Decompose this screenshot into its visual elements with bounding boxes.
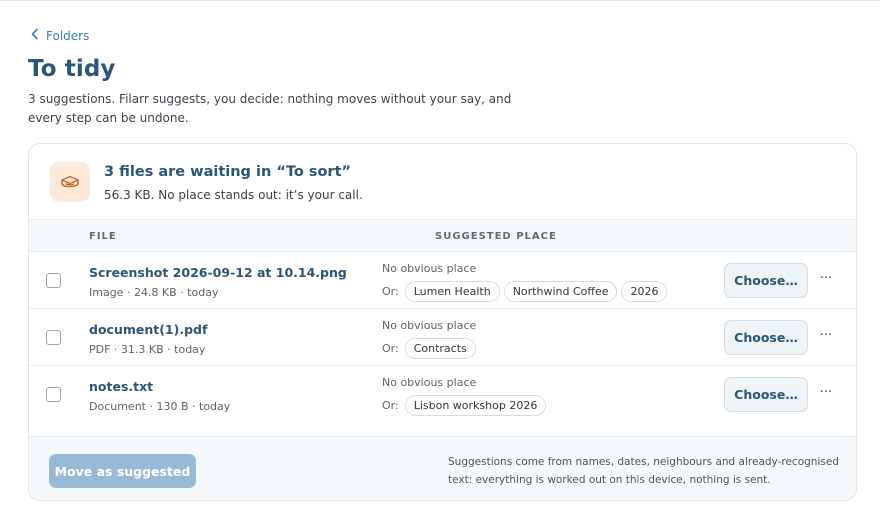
column-header-suggested-place: SUGGESTED PLACE <box>435 231 557 242</box>
or-label: Or: <box>382 342 399 355</box>
place-chip[interactable]: Northwind Coffee <box>503 281 618 302</box>
suggested-place-status: No obvious place <box>382 319 477 332</box>
alternative-places: Or: Lumen Health Northwind Coffee 2026 <box>382 281 668 302</box>
table-header: FILE SUGGESTED PLACE <box>29 219 856 252</box>
summary-title: 3 files are waiting in “To sort” <box>104 164 352 180</box>
box-icon <box>50 162 90 202</box>
row-checkbox[interactable] <box>46 330 61 345</box>
file-meta: PDF · 31.3 KB · today <box>89 343 206 356</box>
back-to-folders-link[interactable]: Folders <box>30 28 89 43</box>
or-label: Or: <box>382 399 399 412</box>
row-checkbox[interactable] <box>46 273 61 288</box>
page-title: To tidy <box>28 56 116 82</box>
chevron-left-icon <box>30 28 40 43</box>
file-name[interactable]: notes.txt <box>89 379 153 394</box>
card-footer: Move as suggested Suggestions come from … <box>29 436 856 500</box>
file-name[interactable]: document(1).pdf <box>89 322 207 337</box>
column-header-file: FILE <box>89 231 117 242</box>
file-meta: Image · 24.8 KB · today <box>89 286 219 299</box>
more-options-icon[interactable]: ··· <box>818 326 834 346</box>
place-chip[interactable]: Contracts <box>404 338 476 359</box>
move-as-suggested-button[interactable]: Move as suggested <box>49 454 196 488</box>
place-chip[interactable]: Lisbon workshop 2026 <box>404 395 547 416</box>
place-chip[interactable]: Lumen Health <box>404 281 500 302</box>
suggested-place-status: No obvious place <box>382 262 477 275</box>
suggested-place-status: No obvious place <box>382 376 477 389</box>
table-row: document(1).pdf PDF · 31.3 KB · today No… <box>29 309 856 366</box>
file-meta: Document · 130 B · today <box>89 400 231 413</box>
or-label: Or: <box>382 285 399 298</box>
place-chip[interactable]: 2026 <box>621 281 668 302</box>
choose-button[interactable]: Choose… <box>724 377 808 412</box>
more-options-icon[interactable]: ··· <box>818 269 834 289</box>
privacy-note: Suggestions come from names, dates, neig… <box>448 456 839 486</box>
card-header: 3 files are waiting in “To sort” 56.3 KB… <box>29 144 856 220</box>
suggestions-card: 3 files are waiting in “To sort” 56.3 KB… <box>28 143 857 501</box>
file-name[interactable]: Screenshot 2026-09-12 at 10.14.png <box>89 265 347 280</box>
row-checkbox[interactable] <box>46 387 61 402</box>
choose-button[interactable]: Choose… <box>724 320 808 355</box>
summary-subtitle: 56.3 KB. No place stands out: it’s your … <box>104 188 363 202</box>
table-row: Screenshot 2026-09-12 at 10.14.png Image… <box>29 252 856 309</box>
more-options-icon[interactable]: ··· <box>818 383 834 403</box>
top-divider <box>0 0 880 1</box>
choose-button[interactable]: Choose… <box>724 263 808 298</box>
alternative-places: Or: Lisbon workshop 2026 <box>382 395 547 416</box>
back-link-label: Folders <box>46 28 90 43</box>
alternative-places: Or: Contracts <box>382 338 476 359</box>
table-row: notes.txt Document · 130 B · today No ob… <box>29 366 856 423</box>
page-intro: 3 suggestions. Filarr suggests, you deci… <box>28 92 512 125</box>
